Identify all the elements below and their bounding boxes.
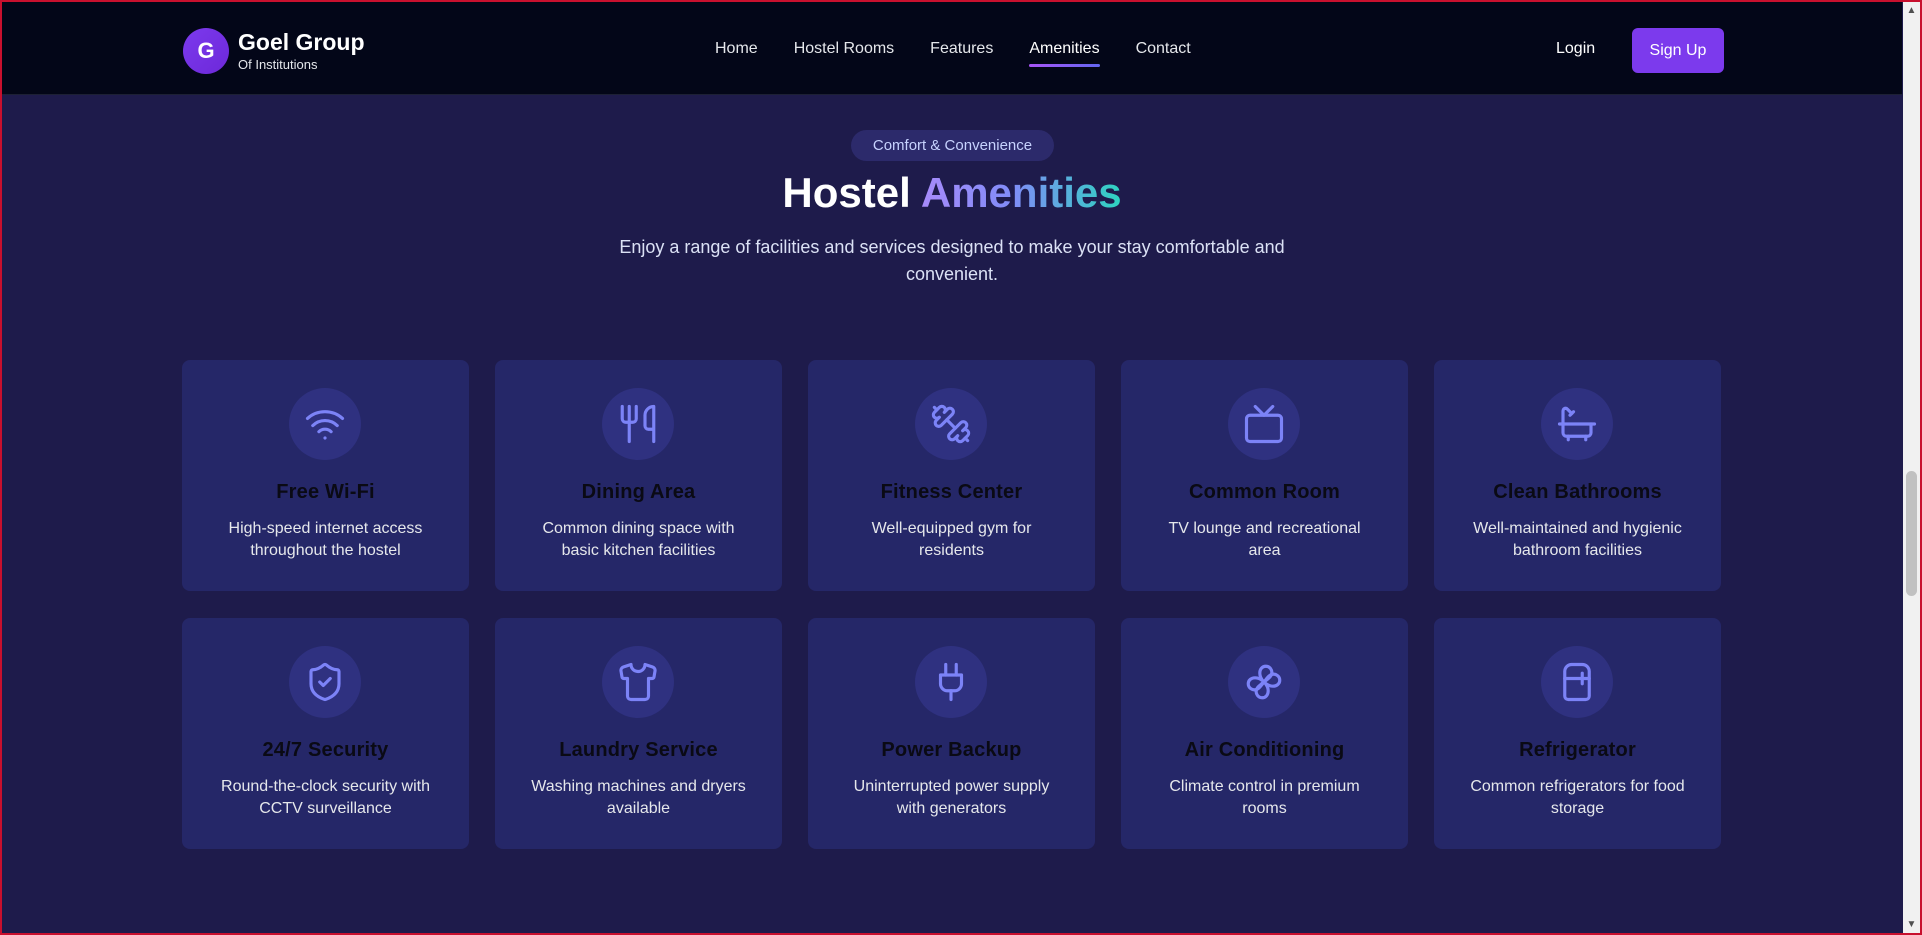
amenity-card: Free Wi-Fi High-speed internet access th… [182,360,469,591]
amenity-description: High-speed internet access throughout th… [228,520,423,559]
login-button[interactable]: Login [1556,40,1595,58]
amenity-title: Fitness Center [880,481,1023,503]
section-title-accent: Amenities [920,169,1122,216]
scroll-up-arrow-icon[interactable]: ▲ [1903,2,1920,19]
shirt-icon [602,646,674,718]
amenity-description: Well-equipped gym for residents [871,520,1032,559]
wifi-icon [289,388,361,460]
signup-button[interactable]: Sign Up [1632,28,1724,73]
amenity-card: Common Room TV lounge and recreational a… [1121,360,1408,591]
amenity-card: Power Backup Uninterrupted power supply … [808,618,1095,849]
amenity-title: Free Wi-Fi [276,481,375,503]
nav-link-home[interactable]: Home [715,40,758,58]
amenities-grid: Free Wi-Fi High-speed internet access th… [182,360,1721,849]
nav-links: Home Hostel Rooms Features Amenities Con… [715,40,1227,67]
section-badge: Comfort & Convenience [851,130,1054,161]
amenity-description: Climate control in premium rooms [1169,778,1360,817]
amenity-title: 24/7 Security [262,739,389,761]
navbar: G Goel Group Of Institutions Home Hostel… [2,2,1902,95]
amenity-title: Laundry Service [559,739,718,761]
brand[interactable]: G Goel Group Of Institutions [183,28,365,74]
amenity-description: Round-the-clock security with CCTV surve… [221,778,430,817]
amenity-description: Well-maintained and hygienic bathroom fa… [1473,520,1682,559]
amenity-card: Refrigerator Common refrigerators for fo… [1434,618,1721,849]
amenity-card: 24/7 Security Round-the-clock security w… [182,618,469,849]
amenity-description: Uninterrupted power supply with generato… [853,778,1050,817]
amenity-card: Clean Bathrooms Well-maintained and hygi… [1434,360,1721,591]
amenity-description: Washing machines and dryers available [531,778,746,817]
tv-icon [1228,388,1300,460]
refrigerator-icon [1541,646,1613,718]
nav-link-hostel-rooms[interactable]: Hostel Rooms [794,40,894,58]
amenity-title: Power Backup [881,739,1022,761]
section-title: Hostel Amenities [0,168,1904,218]
fan-icon [1228,646,1300,718]
amenity-card: Laundry Service Washing machines and dry… [495,618,782,849]
section-description: Enjoy a range of facilities and services… [619,237,1285,284]
scroll-down-arrow-icon[interactable]: ▼ [1903,916,1920,933]
amenity-description: Common dining space with basic kitchen f… [542,520,735,559]
section-title-plain: Hostel [782,169,911,216]
nav-link-contact[interactable]: Contact [1136,40,1191,58]
amenity-card: Dining Area Common dining space with bas… [495,360,782,591]
amenity-description: TV lounge and recreational area [1168,520,1361,559]
amenity-title: Refrigerator [1519,739,1636,761]
vertical-scrollbar[interactable]: ▲ ▼ [1903,2,1920,933]
amenity-card: Fitness Center Well-equipped gym for res… [808,360,1095,591]
amenity-card: Air Conditioning Climate control in prem… [1121,618,1408,849]
brand-text: Goel Group Of Institutions [238,29,365,73]
nav-link-amenities[interactable]: Amenities [1029,40,1100,67]
shield-check-icon [289,646,361,718]
plug-icon [915,646,987,718]
amenity-title: Common Room [1188,481,1341,503]
brand-subtitle: Of Institutions [238,57,318,72]
dumbbell-icon [915,388,987,460]
nav-link-features[interactable]: Features [930,40,993,58]
amenity-title: Dining Area [581,481,696,503]
utensils-icon [602,388,674,460]
amenity-title: Air Conditioning [1184,739,1345,761]
bath-icon [1541,388,1613,460]
amenity-description: Common refrigerators for food storage [1470,778,1685,817]
brand-name: Goel Group [238,29,365,55]
brand-logo: G [183,28,229,74]
scrollbar-thumb[interactable] [1906,471,1917,596]
amenity-title: Clean Bathrooms [1493,481,1662,503]
